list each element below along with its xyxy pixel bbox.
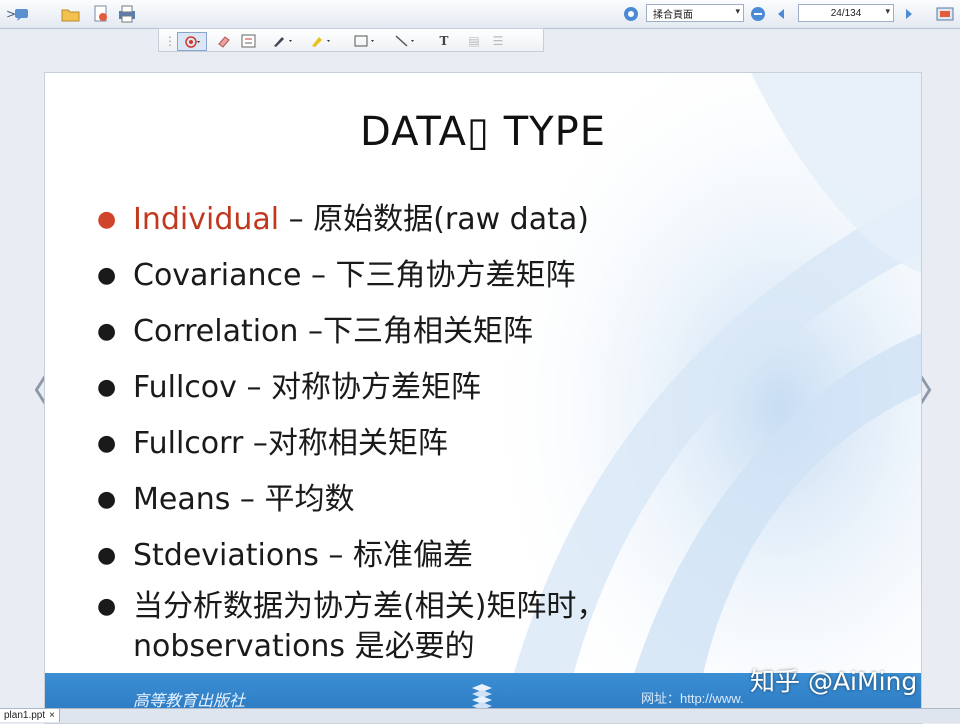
status-bar: plan1.ppt × bbox=[0, 708, 960, 723]
file-tab[interactable]: plan1.ppt × bbox=[0, 709, 60, 722]
bullet-line: nobservations 是必要的 bbox=[133, 629, 475, 664]
bullet-desc: – 下三角协方差矩阵 bbox=[301, 258, 576, 293]
list-item: ● Correlation –下三角相关矩阵 bbox=[97, 313, 817, 351]
bullet-desc: –对称相关矩阵 bbox=[243, 426, 448, 461]
bullet-desc: – 对称协方差矩阵 bbox=[236, 370, 481, 405]
list-item: ● Individual – 原始数据(raw data) bbox=[97, 201, 817, 239]
bullet-desc: –下三角相关矩阵 bbox=[298, 314, 533, 349]
bullet-term: Fullcov bbox=[133, 370, 237, 405]
zoom-out-icon[interactable] bbox=[749, 4, 767, 24]
bullet-icon: ● bbox=[97, 207, 117, 232]
fullscreen-icon[interactable] bbox=[934, 4, 956, 24]
bullet-term: Stdeviations bbox=[133, 538, 319, 573]
home-icon[interactable] bbox=[622, 4, 640, 24]
slide-canvas: DATA▯ TYPE ● Individual – 原始数据(raw data) … bbox=[44, 72, 922, 724]
bullet-icon: ● bbox=[97, 431, 117, 456]
list-item: ● Covariance – 下三角协方差矩阵 bbox=[97, 257, 817, 295]
page-number-field[interactable]: 24/134 ▾ bbox=[798, 4, 894, 22]
prev-page-icon[interactable] bbox=[774, 4, 788, 24]
bullet-term: Correlation bbox=[133, 314, 299, 349]
list-item: ● 当分析数据为协方差(相关)矩阵时， nobservations 是必要的 bbox=[97, 587, 817, 667]
bullet-term: Individual bbox=[133, 202, 280, 237]
view-mode-select[interactable]: 揉合頁面 ▾ bbox=[646, 4, 744, 22]
page-indicator: 24/134 bbox=[830, 7, 862, 19]
list-item: ● Fullcorr –对称相关矩阵 bbox=[97, 425, 817, 463]
main-toolbar: > 揉合頁面 ▾ 24/134 ▾ bbox=[0, 0, 960, 29]
bullet-icon: ● bbox=[97, 594, 117, 619]
bullet-icon: ● bbox=[97, 319, 117, 344]
bullet-icon: ● bbox=[97, 263, 117, 288]
watermark: 知乎 @AiMing bbox=[750, 667, 918, 696]
close-icon[interactable]: × bbox=[49, 710, 55, 721]
bullet-icon: ● bbox=[97, 375, 117, 400]
bullet-term: Fullcorr bbox=[133, 426, 244, 461]
open-folder-icon[interactable] bbox=[60, 4, 82, 24]
bullet-term: Means bbox=[133, 482, 231, 517]
print-icon[interactable] bbox=[116, 4, 138, 24]
list-item: ● Stdeviations – 标准偏差 bbox=[97, 537, 817, 575]
bullet-desc: – 标准偏差 bbox=[318, 538, 473, 573]
bullet-list: ● Individual – 原始数据(raw data) ● Covariance… bbox=[97, 201, 817, 685]
bullet-line: 当分析数据为协方差(相关)矩阵时， bbox=[133, 589, 607, 624]
chevron-down-icon: ▾ bbox=[735, 6, 740, 16]
view-mode-label: 揉合頁面 bbox=[653, 9, 693, 21]
chat-icon[interactable]: > bbox=[4, 4, 34, 24]
next-page-icon[interactable] bbox=[902, 4, 916, 24]
bullet-desc: – 原始数据(raw data) bbox=[279, 202, 589, 237]
list-item: ● Fullcov – 对称协方差矩阵 bbox=[97, 369, 817, 407]
bullet-icon: ● bbox=[97, 543, 117, 568]
svg-text:>: > bbox=[6, 7, 16, 21]
list-item: ● Means – 平均数 bbox=[97, 481, 817, 519]
bullet-icon: ● bbox=[97, 487, 117, 512]
document-settings-icon[interactable] bbox=[90, 4, 112, 24]
slide-title: DATA▯ TYPE bbox=[359, 109, 607, 155]
file-tab-label: plan1.ppt bbox=[4, 710, 46, 721]
chevron-down-icon: ▾ bbox=[885, 6, 890, 16]
bullet-term: Covariance bbox=[133, 258, 302, 293]
publisher-url: 网址：http://www. bbox=[641, 691, 744, 706]
bullet-desc: – 平均数 bbox=[230, 482, 355, 517]
